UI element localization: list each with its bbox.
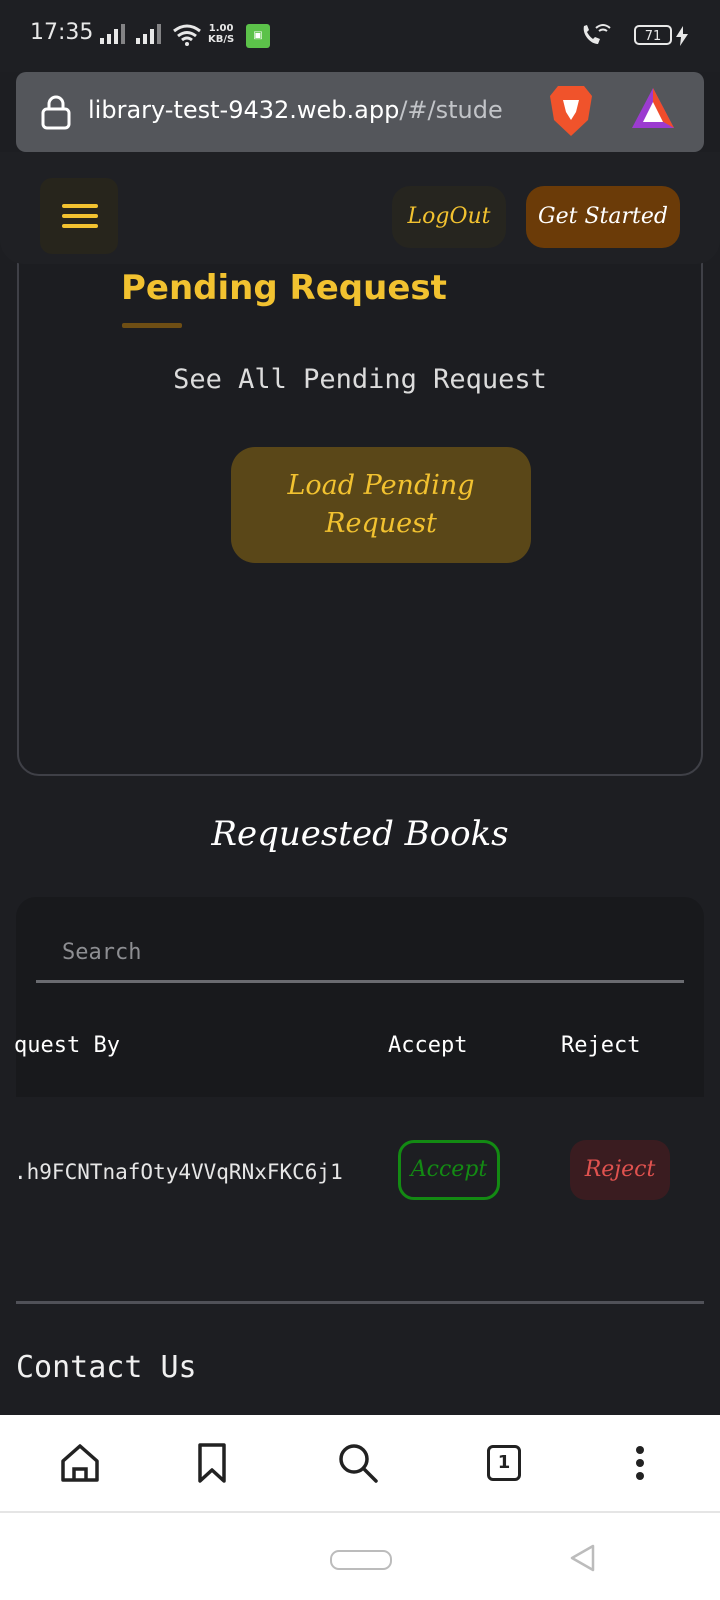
reject-button[interactable]: Reject <box>570 1140 670 1200</box>
more-options-icon[interactable] <box>618 1441 662 1485</box>
column-header-request-by: quest By <box>14 1033 120 1058</box>
network-speed: 1.00 KB/S <box>208 23 235 45</box>
footer-divider <box>16 1301 704 1304</box>
bookmark-icon[interactable] <box>190 1441 234 1485</box>
search-input[interactable]: Search <box>36 923 684 983</box>
status-time: 17:35 <box>30 20 94 45</box>
browser-toolbar: 1 <box>0 1415 720 1513</box>
status-bar: 17:35 1.00 KB/S ▣ 71 <box>0 0 720 72</box>
system-navigation-bar <box>0 1513 720 1600</box>
get-started-button[interactable]: Get Started <box>526 186 680 248</box>
accept-button[interactable]: Accept <box>398 1140 500 1200</box>
brave-shield-icon[interactable] <box>548 84 594 138</box>
menu-icon <box>62 204 98 208</box>
battery-icon: 71 <box>634 25 672 45</box>
lock-icon[interactable] <box>40 94 72 130</box>
column-header-reject: Reject <box>561 1033 641 1058</box>
home-icon[interactable] <box>58 1441 102 1485</box>
charging-icon <box>676 26 688 46</box>
screen-record-icon: ▣ <box>246 24 270 48</box>
column-header-accept: Accept <box>388 1033 468 1058</box>
signal-icon <box>100 22 125 44</box>
search-icon[interactable] <box>336 1441 380 1485</box>
load-pending-request-button[interactable]: Load Pending Request <box>231 447 531 563</box>
home-gesture-pill[interactable] <box>330 1550 392 1570</box>
requested-books-title: Requested Books <box>211 814 509 854</box>
logout-button[interactable]: LogOut <box>392 186 506 248</box>
pending-request-subtitle: See All Pending Request <box>173 364 547 395</box>
tabs-icon[interactable]: 1 <box>487 1445 521 1481</box>
contact-us-heading: Contact Us <box>16 1350 197 1385</box>
menu-button[interactable] <box>40 178 118 254</box>
wifi-icon <box>173 24 201 46</box>
pending-request-card: Pending Request See All Pending Request … <box>17 200 703 776</box>
pending-request-title: Pending Request <box>121 268 447 308</box>
address-bar[interactable]: library-test-9432.web.app/#/stude <box>16 72 704 152</box>
title-underline <box>122 323 182 328</box>
signal-icon <box>136 22 161 44</box>
url-text[interactable]: library-test-9432.web.app/#/stude <box>88 96 538 124</box>
wifi-call-icon <box>583 24 611 44</box>
request-by-cell: .h9FCNTnafOty4VVqRNxFKC6j1 <box>14 1160 343 1184</box>
brave-rewards-icon[interactable] <box>630 86 676 130</box>
app-navbar: LogOut Get Started <box>0 152 720 264</box>
back-icon[interactable] <box>568 1543 596 1573</box>
